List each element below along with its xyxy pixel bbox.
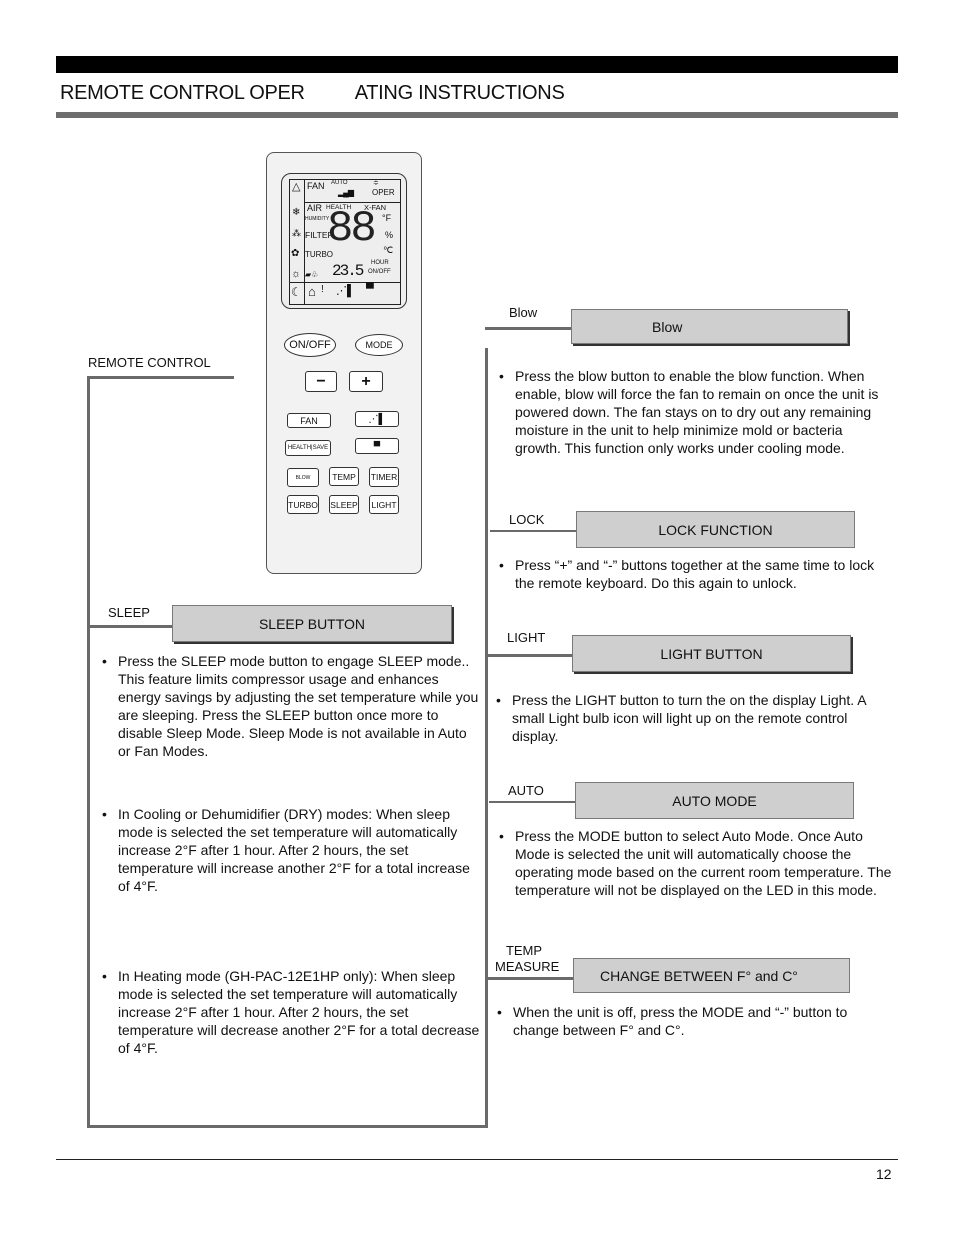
light-tag: LIGHT <box>507 630 546 645</box>
remote-blow-button[interactable]: BLOW <box>287 468 319 487</box>
auto-bullet-1: Press the MODE button to select Auto Mod… <box>499 827 892 899</box>
lcd-unit-c: ℃ <box>383 245 394 255</box>
swing-icon: ⋰▌ <box>336 285 355 297</box>
temp-tag-line2: MEASURE <box>495 959 560 974</box>
light-description: Press the LIGHT button to turn the on th… <box>494 691 889 745</box>
snowflake-icon: ❄ <box>292 207 301 218</box>
remote-control-label: REMOTE CONTROL <box>88 355 211 370</box>
light-icon: ▀ <box>373 441 381 451</box>
auto-heading-box: AUTO MODE <box>575 782 854 819</box>
signal-icon: ≑ <box>373 180 379 187</box>
page-title: REMOTE CONTROL OPER ATING INSTRUCTIONS <box>60 82 565 105</box>
remote-light-display-button[interactable]: ▀ <box>355 438 399 454</box>
drop-icon: △ <box>292 181 301 193</box>
footer-rule <box>56 1159 898 1160</box>
lcd-unit-f: °F <box>382 213 392 223</box>
lcd-air: AIR <box>307 203 323 213</box>
remote-control-illustration: △ ❄ ⁂ ✿ ☼ ☾ FAN AUTO ▂▄▆ ≑ OPER AIR HEAL… <box>266 152 422 574</box>
sleep-heading-box: SLEEP BUTTON <box>172 605 452 642</box>
lock-heading: LOCK FUNCTION <box>658 521 773 538</box>
blow-heading: Blow <box>652 318 683 335</box>
sleep-tag: SLEEP <box>108 605 150 620</box>
lock-heading-box: LOCK FUNCTION <box>576 511 855 548</box>
remote-timer-button[interactable]: TIMER <box>369 467 399 487</box>
remote-turbo-button[interactable]: TURBO <box>287 495 319 514</box>
temp-heading: CHANGE BETWEEN F° and C° <box>600 967 798 984</box>
left-frame-bottom <box>87 1125 488 1128</box>
temp-tag-line1: TEMP <box>505 943 543 958</box>
light-heading: LIGHT BUTTON <box>660 645 763 662</box>
sleep-heading: SLEEP BUTTON <box>258 615 366 632</box>
light-bullet-1: Press the LIGHT button to turn the on th… <box>496 691 889 745</box>
light-heading-box: LIGHT BUTTON <box>572 635 851 672</box>
lcd-small-digits: 23.5 <box>332 262 364 280</box>
lcd-unit-pct: % <box>385 230 394 240</box>
lock-bullet-1: Press “+” and “-” buttons together at th… <box>499 556 892 592</box>
page-title-part2: ATING INSTRUCTIONS <box>354 82 565 104</box>
light-icon: ▀ <box>366 283 374 295</box>
temp-connector <box>487 977 573 980</box>
blow-heading-box: Blow <box>571 309 848 344</box>
remote-temp-button[interactable]: TEMP <box>329 467 359 486</box>
lcd-big-digits: 88 <box>327 204 377 254</box>
lcd-auto: AUTO <box>331 180 348 186</box>
remote-light-button[interactable]: LIGHT <box>369 495 399 514</box>
blow-tag: Blow <box>509 305 538 320</box>
sleep-description: Press the SLEEP mode button to engage SL… <box>100 652 480 760</box>
lcd-oper: OPER <box>372 188 395 197</box>
lcd-onoff: ON/OFF <box>368 269 391 275</box>
exclamation-icon: ! <box>321 284 324 295</box>
remote-onoff-button[interactable]: ON/OFF <box>284 333 336 357</box>
blow-bullet-1: Press the blow button to enable the blow… <box>499 367 892 457</box>
blow-description: Press the blow button to enable the blow… <box>497 367 892 457</box>
lock-connector <box>490 530 576 532</box>
left-frame-vertical <box>87 376 90 1128</box>
fan-icon: ✿ <box>291 248 300 259</box>
center-frame-vertical <box>485 348 488 1128</box>
sleep-heating-description: In Heating mode (GH-PAC-12E1HP only): Wh… <box>100 967 480 1057</box>
remote-plus-button[interactable]: + <box>349 371 383 392</box>
light-connector <box>487 654 573 657</box>
lock-tag: LOCK <box>509 512 545 527</box>
temp-tag: TEMP MEASURE <box>495 943 560 975</box>
auto-description: Press the MODE button to select Auto Mod… <box>497 827 892 899</box>
auto-heading: AUTO MODE <box>672 792 757 809</box>
swing-icon: ⋰▌ <box>368 413 386 425</box>
temp-description: When the unit is off, press the MODE and… <box>495 1003 890 1039</box>
blow-connector <box>485 327 572 330</box>
sun-icon: ☼ <box>291 268 302 280</box>
sleep-cooling-description: In Cooling or Dehumidifier (DRY) modes: … <box>100 805 480 895</box>
lcd-display: △ ❄ ⁂ ✿ ☼ ☾ FAN AUTO ▂▄▆ ≑ OPER AIR HEAL… <box>281 173 407 309</box>
lock-icon: ▰♧ <box>305 270 319 279</box>
remote-sleep-button[interactable]: SLEEP <box>329 495 359 514</box>
remote-connector-line <box>87 376 234 379</box>
remote-mode-button[interactable]: MODE <box>355 334 403 356</box>
header-black-bar <box>56 56 898 73</box>
title-rule <box>56 112 898 118</box>
auto-tag: AUTO <box>508 783 544 798</box>
lcd-fan: FAN <box>307 181 325 191</box>
sleep-connector <box>87 625 172 628</box>
remote-swing-button[interactable]: ⋰▌ <box>355 411 399 427</box>
lcd-hour: HOUR <box>371 260 389 266</box>
temp-heading-box: CHANGE BETWEEN F° and C° <box>573 958 850 993</box>
lcd-humidity: HUMIDITY <box>305 216 330 222</box>
house-icon: ⌂ <box>308 284 316 299</box>
dry-icon: ⁂ <box>292 228 301 238</box>
page-title-part1: REMOTE CONTROL OPER <box>60 82 305 104</box>
lock-description: Press “+” and “-” buttons together at th… <box>497 556 892 592</box>
sleep-bullet-1: Press the SLEEP mode button to engage SL… <box>102 652 480 760</box>
remote-minus-button[interactable]: − <box>305 371 337 392</box>
remote-fan-button[interactable]: FAN <box>287 413 331 428</box>
fan-speed-bars-icon: ▂▄▆ <box>338 188 354 197</box>
page-number: 12 <box>876 1166 892 1182</box>
auto-connector <box>489 801 575 803</box>
temp-bullet-1: When the unit is off, press the MODE and… <box>497 1003 890 1039</box>
moon-icon: ☾ <box>291 285 302 299</box>
remote-health-save-button[interactable]: HEALTH|SAVE <box>285 440 331 456</box>
sleep-bullet-2: In Cooling or Dehumidifier (DRY) modes: … <box>102 805 480 895</box>
sleep-bullet-3: In Heating mode (GH-PAC-12E1HP only): Wh… <box>102 967 480 1057</box>
